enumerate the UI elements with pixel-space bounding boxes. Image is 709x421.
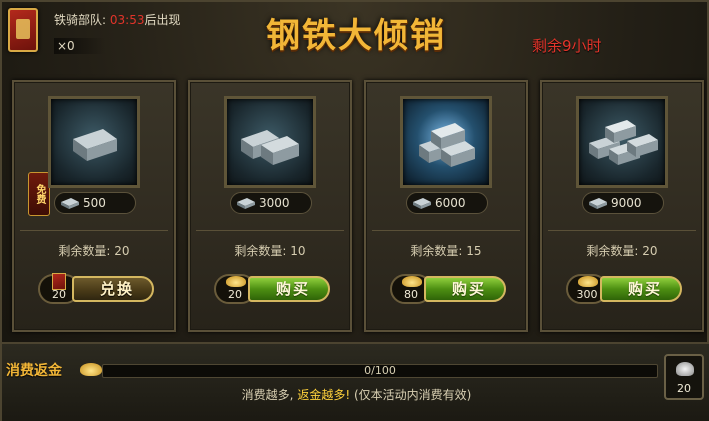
header: 铁骑部队: 03:53后出现 ×0 钢铁大倾销 剩余9小时: [2, 2, 709, 68]
iron-ingot-pile-large-icon: [419, 123, 475, 167]
rebate-progress-bar: 0/100: [102, 364, 658, 378]
page-title: 钢铁大倾销: [266, 16, 446, 56]
divider: [372, 230, 520, 231]
ticket-count: ×0: [54, 38, 105, 54]
iron-ingot-pile-medium-icon: [241, 130, 299, 165]
item-price: 6000: [435, 196, 466, 210]
shop-panel: 铁骑部队: 03:53后出现 ×0 钢铁大倾销 剩余9小时 免费 500 剩余数…: [0, 0, 709, 421]
iron-currency-icon: [589, 198, 607, 209]
buy-button[interactable]: 购买: [424, 276, 506, 302]
gold-ingot-icon: [402, 276, 422, 287]
buy-button[interactable]: 购买: [248, 276, 330, 302]
buy-button[interactable]: 购买: [600, 276, 682, 302]
divider: [196, 230, 344, 231]
red-token-icon: [8, 8, 38, 52]
notice-prefix: 消费越多,: [241, 388, 298, 402]
rebate-notice: 消费越多, 返金越多! (仅本活动内消费有效): [2, 386, 709, 403]
gold-ingot-icon: [80, 363, 102, 376]
reward-count: 20: [677, 382, 691, 395]
stock-remaining: 剩余数量: 10: [234, 244, 306, 258]
item-price: 9000: [611, 196, 642, 210]
iron-currency-icon: [413, 198, 431, 209]
purchase-row: 20 购买: [214, 274, 330, 304]
price-pill: 500: [54, 192, 136, 214]
notice-suffix: (仅本活动内消费有效): [350, 388, 472, 402]
item-image: [576, 96, 668, 188]
shop-card-4: 9000 剩余数量: 20 300 购买: [540, 80, 704, 332]
troop-suffix: 后出现: [144, 13, 181, 27]
iron-ingot-pile-small-icon: [73, 129, 117, 161]
troop-time: 03:53: [109, 13, 145, 27]
item-price: 500: [83, 196, 106, 210]
gold-ingot-icon: [226, 276, 246, 287]
iron-currency-icon: [61, 198, 79, 209]
stock-remaining: 剩余数量: 20: [586, 244, 658, 258]
shop-card-2: 3000 剩余数量: 10 20 购买: [188, 80, 352, 332]
purchase-row: 80 购买: [390, 274, 506, 304]
item-image: [400, 96, 492, 188]
price-pill: 6000: [406, 192, 488, 214]
notice-highlight: 返金越多!: [297, 388, 351, 402]
silver-ingot-icon: [676, 362, 694, 376]
rebate-progress-text: 0/100: [364, 364, 396, 377]
price-pill: 3000: [230, 192, 312, 214]
time-remaining: 剩余9小时: [532, 37, 602, 55]
free-tag: 免费: [28, 172, 50, 216]
shop-card-1: 免费 500 剩余数量: 20 20 兑换: [12, 80, 176, 332]
item-price: 3000: [259, 196, 290, 210]
stock-remaining: 剩余数量: 15: [410, 244, 482, 258]
rebate-bar: 消费返金 0/100 消费越多, 返金越多! (仅本活动内消费有效) 20: [2, 342, 709, 421]
iron-ingot-pile-huge-icon: [589, 120, 658, 165]
rebate-reward-chest[interactable]: 20: [664, 354, 704, 400]
gold-ingot-icon: [578, 276, 598, 287]
troop-timer: 铁骑部队: 03:53后出现: [54, 11, 180, 28]
exchange-button[interactable]: 兑换: [72, 276, 154, 302]
purchase-row: 300 购买: [566, 274, 682, 304]
item-image: [224, 96, 316, 188]
iron-currency-icon: [237, 198, 255, 209]
divider: [548, 230, 696, 231]
divider: [20, 230, 168, 231]
purchase-row: 20 兑换: [38, 273, 154, 304]
stock-remaining: 剩余数量: 20: [58, 244, 130, 258]
item-image: [48, 96, 140, 188]
shop-card-3: 6000 剩余数量: 15 80 购买: [364, 80, 528, 332]
rebate-label: 消费返金: [6, 363, 62, 379]
troop-label: 铁骑部队:: [54, 13, 107, 27]
price-pill: 9000: [582, 192, 664, 214]
